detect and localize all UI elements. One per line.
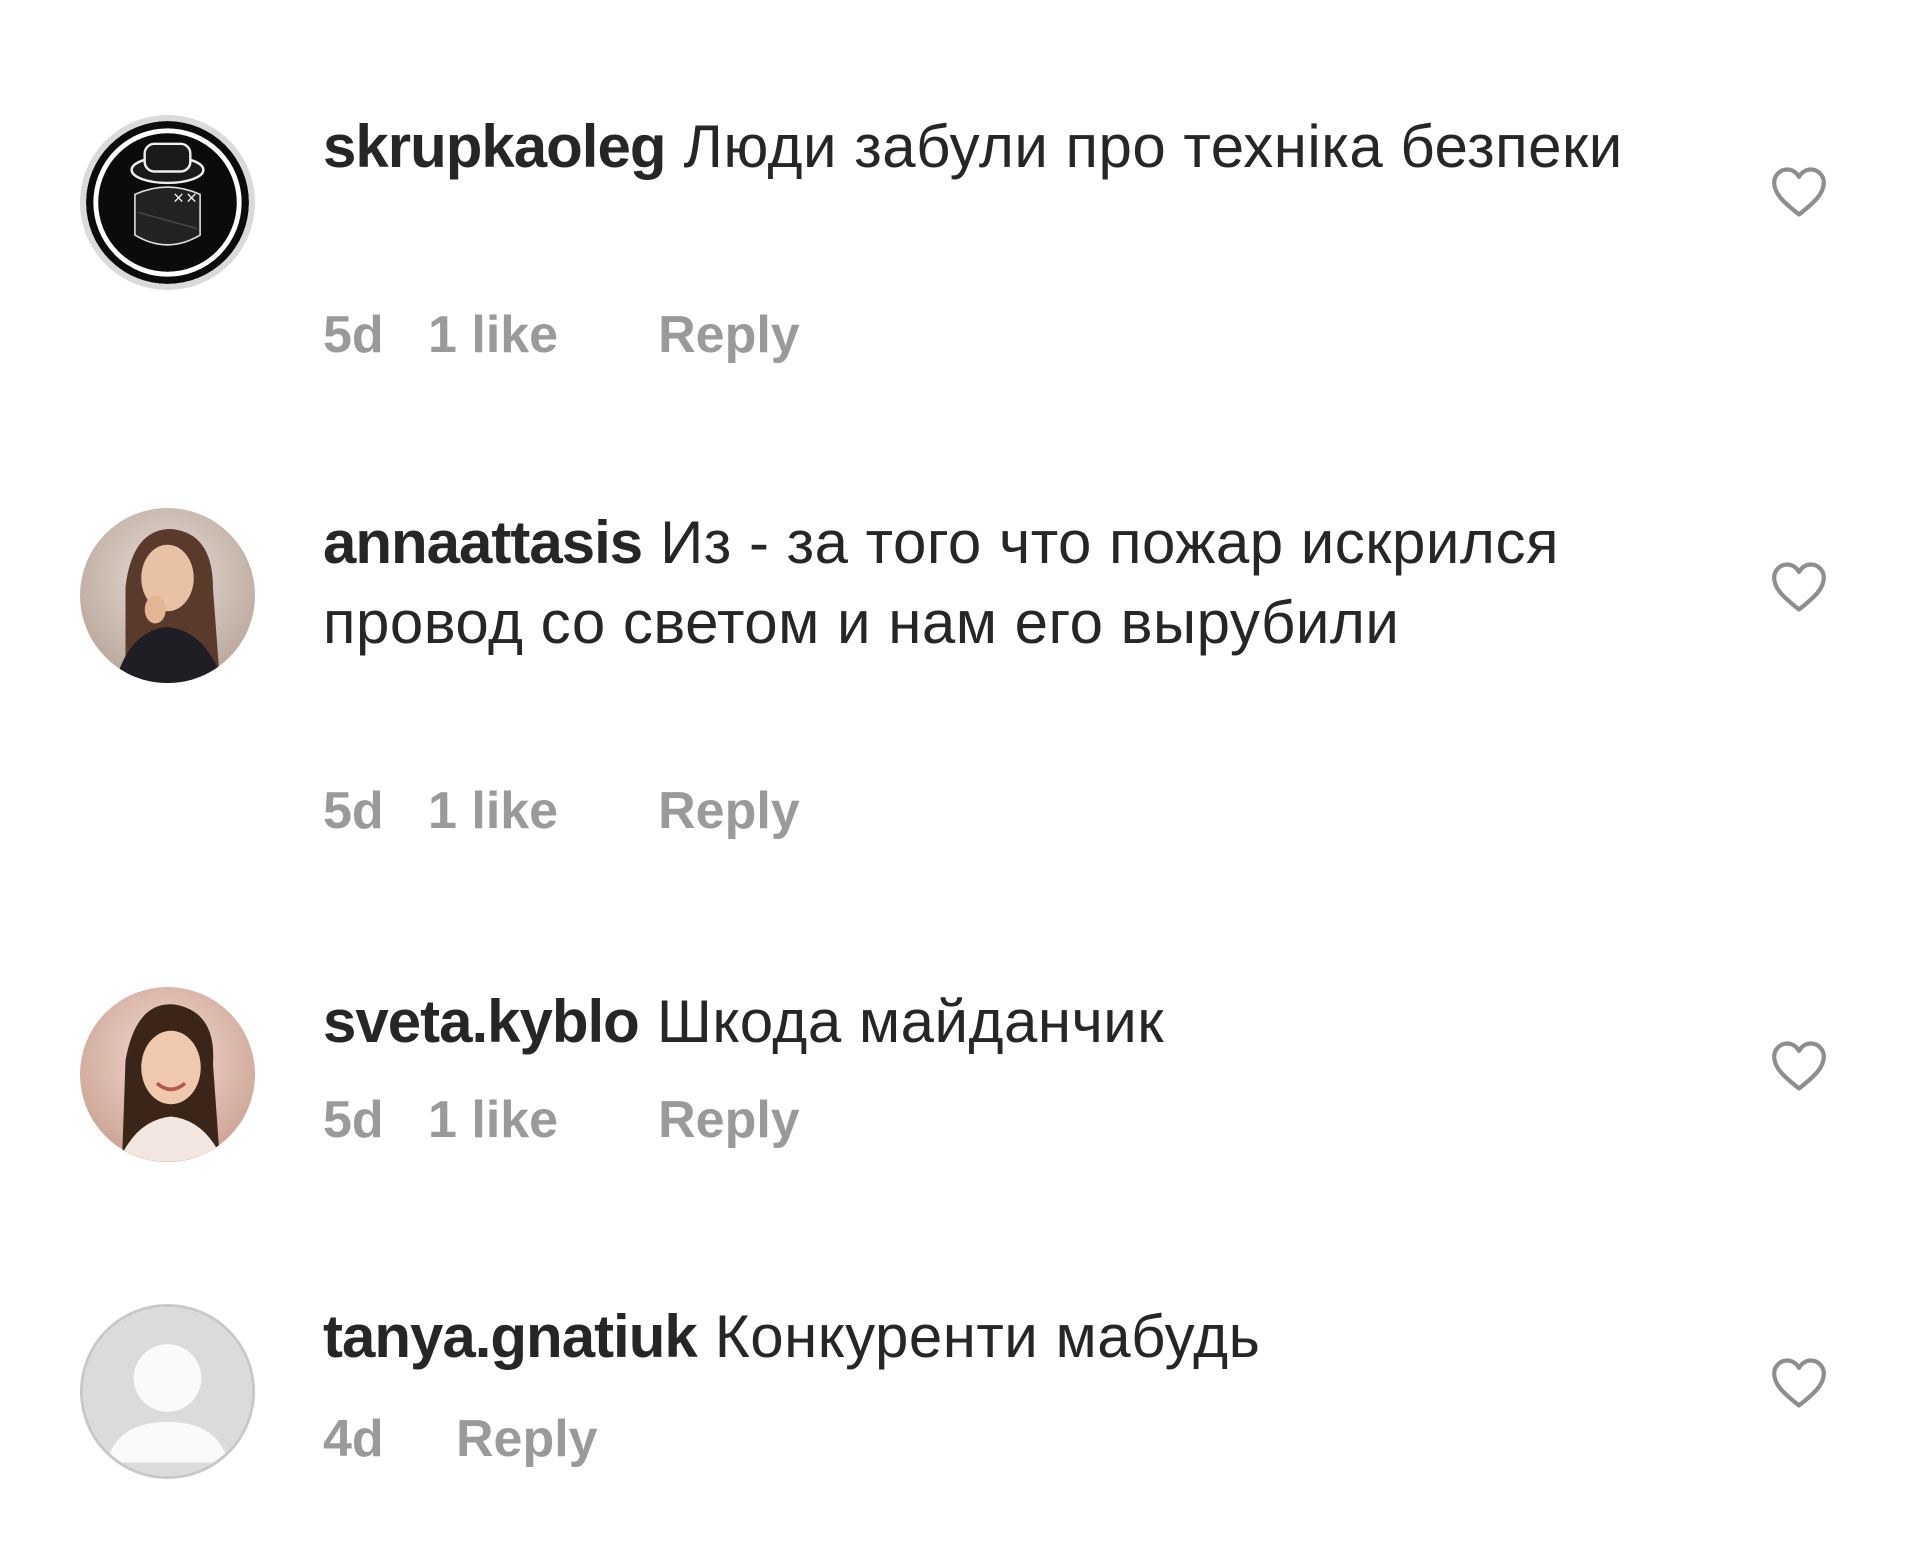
comment-username[interactable]: tanya.gnatiuk: [323, 1303, 698, 1370]
heart-icon[interactable]: [1770, 561, 1828, 613]
like-count-button[interactable]: 1 like: [428, 781, 558, 841]
comment-body: Конкуренти мабудь: [714, 1303, 1261, 1370]
avatar[interactable]: × ×: [80, 115, 255, 290]
comment-timestamp: 5d: [323, 1091, 384, 1149]
reply-button[interactable]: Reply: [658, 1090, 800, 1150]
masked-figure-avatar-image: × ×: [86, 121, 249, 284]
comment-text: sveta.kyblo Шкода майданчик: [323, 982, 1623, 1062]
like-count-button[interactable]: 1 like: [428, 1090, 558, 1150]
heart-icon[interactable]: [1770, 1357, 1828, 1409]
comment-username[interactable]: annaattasis: [323, 509, 643, 576]
heart-icon[interactable]: [1770, 1040, 1828, 1092]
comment-meta: 5d 1 like Reply: [323, 1090, 800, 1150]
comment-username[interactable]: sveta.kyblo: [323, 988, 640, 1055]
comment-timestamp: 4d: [323, 1410, 384, 1468]
comment-text: tanya.gnatiuk Конкуренти мабудь: [323, 1297, 1623, 1377]
comment-meta: 5d 1 like Reply: [323, 305, 800, 365]
comment-timestamp: 5d: [323, 306, 384, 364]
comment-username[interactable]: skrupkaoleg: [323, 113, 666, 180]
like-count-button[interactable]: 1 like: [428, 305, 558, 365]
reply-button[interactable]: Reply: [658, 305, 800, 365]
svg-text:×: ×: [185, 190, 197, 207]
avatar[interactable]: [80, 508, 255, 683]
comment-text: annaattasis Из - за того что пожар искрил…: [323, 503, 1623, 663]
svg-text:×: ×: [172, 190, 184, 207]
comment-meta: 5d 1 like Reply: [323, 781, 800, 841]
reply-button[interactable]: Reply: [658, 781, 800, 841]
user-photo-avatar-image: [80, 508, 255, 683]
comment-meta: 4d Reply: [323, 1409, 598, 1469]
avatar[interactable]: [80, 987, 255, 1162]
comment-timestamp: 5d: [323, 782, 384, 840]
user-photo-avatar-image: [80, 987, 255, 1162]
heart-icon[interactable]: [1770, 166, 1828, 218]
reply-button[interactable]: Reply: [456, 1409, 598, 1469]
comment-text: skrupkaoleg Люди забули про техніка безпе…: [323, 107, 1623, 187]
avatar[interactable]: [80, 1304, 255, 1479]
comment-body: Люди забули про техніка безпеки: [683, 113, 1623, 180]
default-profile-avatar-image: [83, 1307, 252, 1476]
comment-body: Шкода майданчик: [656, 988, 1165, 1055]
